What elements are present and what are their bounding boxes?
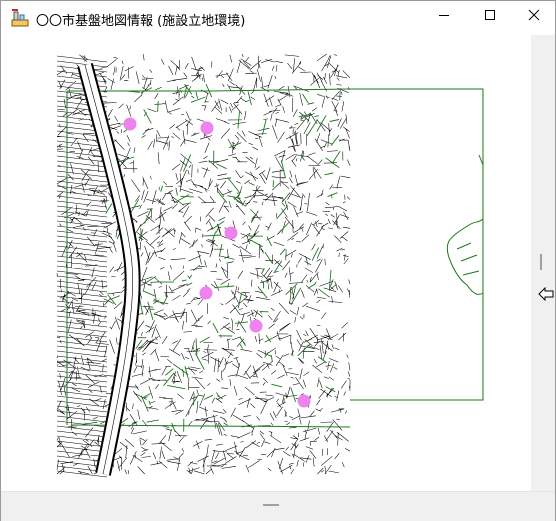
- maximize-icon: [485, 10, 495, 20]
- minimize-icon: [439, 15, 449, 16]
- east-island: [446, 217, 484, 295]
- app-map-icon: [11, 9, 29, 27]
- app-window: 〇〇市基盤地図情報 (施設立地環境): [0, 0, 556, 521]
- close-button[interactable]: [511, 1, 556, 29]
- splitter-grip-vertical[interactable]: [540, 254, 542, 270]
- maximize-button[interactable]: [467, 1, 513, 29]
- close-icon: [528, 9, 540, 21]
- facility-marker[interactable]: [200, 121, 214, 135]
- facility-marker[interactable]: [297, 394, 311, 408]
- map-client-area[interactable]: [1, 35, 555, 491]
- window-title: 〇〇市基盤地図情報 (施設立地環境): [36, 14, 246, 29]
- splitter-grip-horizontal[interactable]: [263, 504, 279, 506]
- left-arrow-icon[interactable]: [538, 287, 554, 301]
- facility-marker[interactable]: [224, 226, 238, 240]
- facility-marker[interactable]: [199, 286, 213, 300]
- minimize-button[interactable]: [421, 1, 467, 29]
- title-bar[interactable]: 〇〇市基盤地図情報 (施設立地環境): [1, 1, 555, 35]
- right-splitter[interactable]: [531, 35, 555, 491]
- facility-marker[interactable]: [249, 319, 263, 333]
- facility-marker[interactable]: [123, 117, 137, 131]
- bottom-splitter[interactable]: [1, 491, 555, 521]
- map-canvas[interactable]: [1, 35, 555, 491]
